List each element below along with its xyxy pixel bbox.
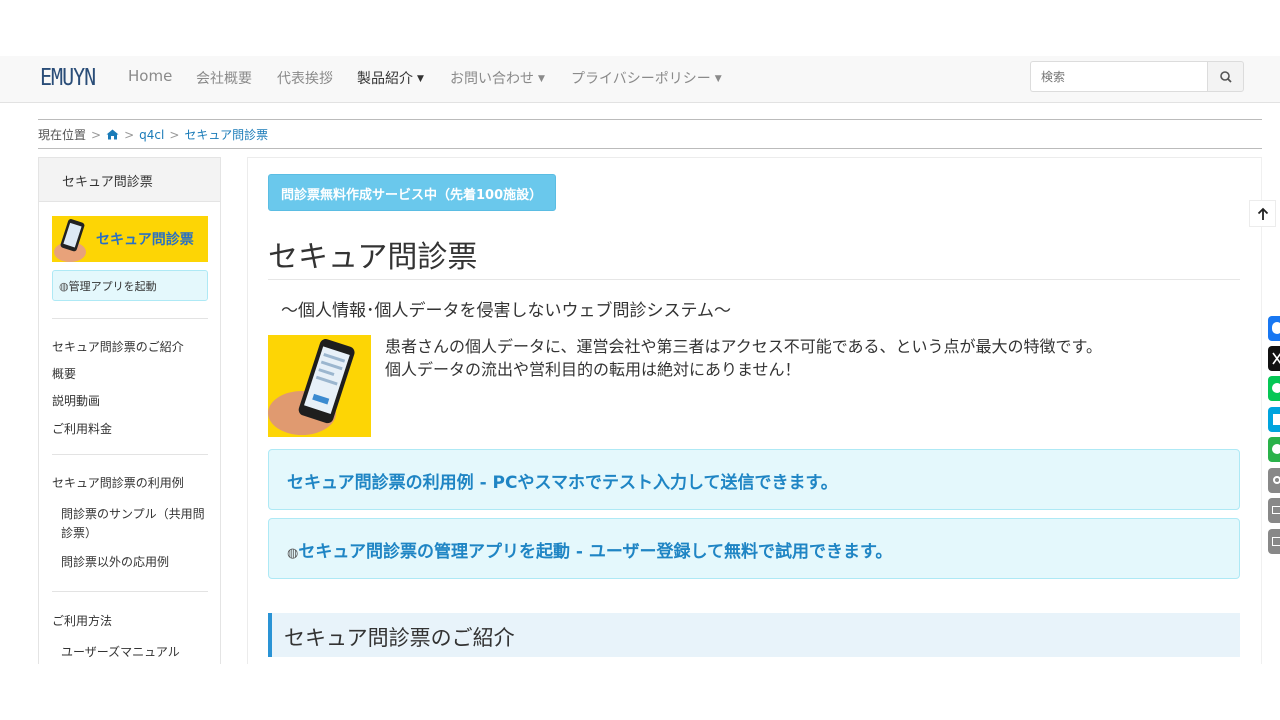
share-copy-link-button[interactable] xyxy=(1268,468,1280,493)
print-icon xyxy=(1272,537,1280,546)
sidebar-banner-text: セキュア問診票 xyxy=(96,232,194,248)
sidebar-item-how-to-use[interactable]: ご利用方法 xyxy=(52,612,112,629)
x-icon xyxy=(1272,352,1280,365)
nav-company-label: 会社概要 xyxy=(196,71,252,87)
sidebar-banner[interactable]: セキュア問診票 xyxy=(52,216,208,262)
nav-contact-label: お問い合わせ xyxy=(450,71,534,87)
sidebar-item-usage-examples[interactable]: セキュア問診票の利用例 xyxy=(52,474,184,491)
share-print-button[interactable] xyxy=(1268,529,1280,554)
page-subtitle: ～個人情報･個人データを侵害しないウェブ問診システム～ xyxy=(281,301,731,321)
chevron-down-icon: ▼ xyxy=(417,74,424,84)
phone-in-hand-icon xyxy=(54,219,86,262)
facebook-icon xyxy=(1272,322,1280,334)
search-icon xyxy=(1220,71,1232,83)
bubble-icon xyxy=(1272,444,1280,454)
search-input[interactable] xyxy=(1030,61,1208,92)
nav-greeting-label: 代表挨拶 xyxy=(277,71,333,87)
nav-privacy-label: プライバシーポリシー xyxy=(571,71,711,87)
sidebar-item-other-uses[interactable]: 問診票以外の応用例 xyxy=(61,553,169,570)
free-service-badge[interactable]: 問診票無料作成サービス中（先着100施設） xyxy=(268,174,556,211)
nav-home[interactable]: Home xyxy=(128,67,172,85)
hatena-icon xyxy=(1273,414,1280,425)
page-top-button[interactable] xyxy=(1249,200,1276,227)
sidebar: セキュア問診票 セキュア問診票 ◍管理アプリを起動 セキュア問診票のご紹介 概要… xyxy=(38,157,221,664)
nav-greeting[interactable]: 代表挨拶 xyxy=(277,68,333,88)
breadcrumb-divider-top xyxy=(38,119,1262,120)
globe-icon: ◍ xyxy=(59,280,69,293)
share-pocket-button[interactable] xyxy=(1268,437,1280,462)
sidebar-app-launch-link[interactable]: ◍管理アプリを起動 xyxy=(52,270,208,301)
page-title: セキュア問診票 xyxy=(268,240,478,275)
intro-text: 患者さんの個人データに、運営会社や第三者はアクセス不可能である、という点が最大の… xyxy=(385,335,1102,381)
nav-company[interactable]: 会社概要 xyxy=(196,68,252,88)
line-icon xyxy=(1272,383,1280,393)
breadcrumb-separator: > xyxy=(169,128,180,142)
intro-line-1: 患者さんの個人データに、運営会社や第三者はアクセス不可能である、という点が最大の… xyxy=(385,337,1102,356)
breadcrumb-item-q4cl[interactable]: q4cl xyxy=(139,128,164,142)
breadcrumb: 現在位置 > > q4cl > セキュア問診票 xyxy=(38,126,268,143)
usage-example-callout-text: セキュア問診票の利用例 - PCやスマホでテスト入力して送信できます。 xyxy=(287,473,838,493)
title-divider xyxy=(268,279,1240,280)
sidebar-item-introduction[interactable]: セキュア問診票のご紹介 xyxy=(52,338,184,355)
share-email-button[interactable] xyxy=(1268,498,1280,523)
sidebar-divider xyxy=(52,591,208,592)
sidebar-app-launch-label: 管理アプリを起動 xyxy=(68,280,157,293)
mail-icon xyxy=(1272,506,1280,514)
sidebar-divider xyxy=(52,454,208,455)
nav-privacy[interactable]: プライバシーポリシー ▼ xyxy=(571,68,722,88)
sidebar-item-sample-form[interactable]: 問診票のサンプル（共用問 xyxy=(61,505,205,522)
share-facebook-button[interactable] xyxy=(1268,316,1280,341)
chevron-down-icon: ▼ xyxy=(538,74,545,84)
sidebar-item-video[interactable]: 説明動画 xyxy=(52,392,100,409)
sidebar-item-pricing[interactable]: ご利用料金 xyxy=(52,420,112,437)
nav-products-label: 製品紹介 xyxy=(357,71,413,87)
launch-app-callout[interactable]: ◍セキュア問診票の管理アプリを起動 - ユーザー登録して無料で試用できます。 xyxy=(268,518,1240,579)
share-line-button[interactable] xyxy=(1268,376,1280,401)
hero-image xyxy=(268,335,371,437)
globe-icon: ◍ xyxy=(287,546,299,561)
share-hatena-button[interactable] xyxy=(1268,407,1280,432)
link-icon xyxy=(1273,476,1280,484)
phone-in-hand-image xyxy=(268,335,371,437)
intro-line-2: 個人データの流出や営利目的の転用は絶対にありません！ xyxy=(385,360,801,379)
search-button[interactable] xyxy=(1207,61,1244,92)
sidebar-item-users-manual[interactable]: ユーザーズマニュアル xyxy=(61,643,180,660)
usage-example-callout[interactable]: セキュア問診票の利用例 - PCやスマホでテスト入力して送信できます。 xyxy=(268,449,1240,510)
breadcrumb-label: 現在位置 xyxy=(38,128,87,142)
sidebar-item-overview[interactable]: 概要 xyxy=(52,365,76,382)
nav-contact[interactable]: お問い合わせ ▼ xyxy=(450,68,545,88)
chevron-down-icon: ▼ xyxy=(714,74,722,84)
nav-home-label: Home xyxy=(128,67,173,85)
nav-products[interactable]: 製品紹介 ▼ xyxy=(357,68,424,88)
breadcrumb-item-current[interactable]: セキュア問診票 xyxy=(184,128,268,142)
sidebar-title: セキュア問診票 xyxy=(39,158,220,202)
page: EMUYN Home 会社概要 代表挨拶 製品紹介 ▼ お問い合わせ ▼ プライバシ… xyxy=(0,0,1280,720)
site-logo[interactable]: EMUYN xyxy=(40,63,96,91)
breadcrumb-separator: > xyxy=(91,128,102,142)
sidebar-divider xyxy=(52,318,208,319)
breadcrumb-separator: > xyxy=(124,128,135,142)
arrow-up-icon xyxy=(1257,207,1269,220)
sidebar-item-sample-form-cont[interactable]: 診票） xyxy=(61,524,97,541)
breadcrumb-divider-bottom xyxy=(38,148,1262,149)
share-x-button[interactable] xyxy=(1268,346,1280,371)
launch-app-callout-text: セキュア問診票の管理アプリを起動 - ユーザー登録して無料で試用できます。 xyxy=(298,542,893,562)
section-heading: セキュア問診票のご紹介 xyxy=(268,613,1240,657)
home-icon[interactable] xyxy=(106,129,119,143)
